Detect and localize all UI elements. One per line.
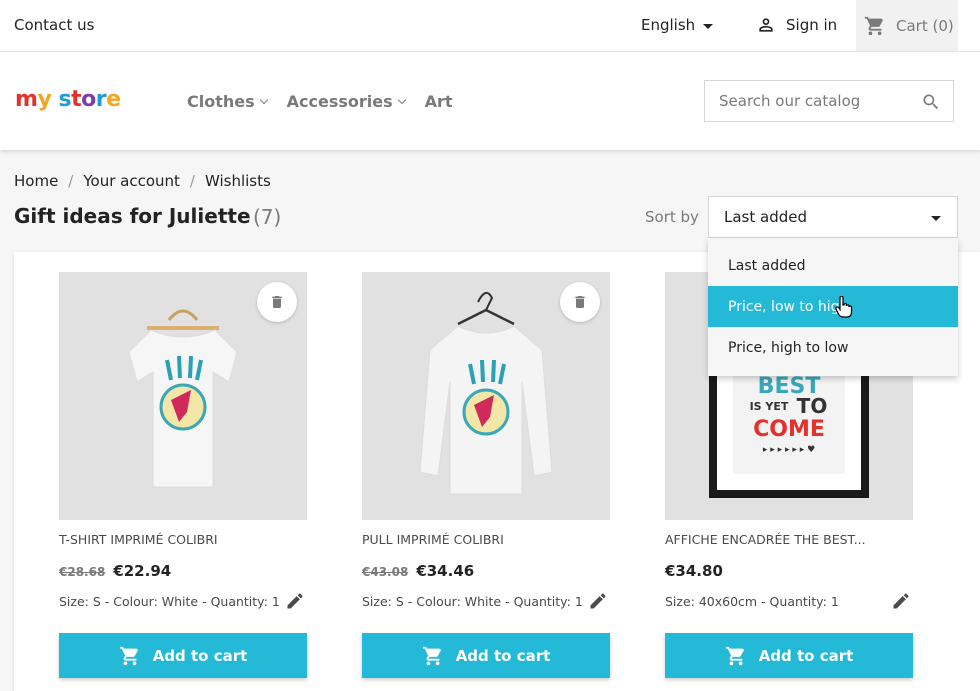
product-attributes: Size: S - Colour: White - Quantity: 1 xyxy=(59,594,280,609)
pencil-icon[interactable] xyxy=(285,591,305,611)
product-name[interactable]: AFFICHE ENCADRÉE THE BEST... xyxy=(665,532,866,547)
nav-item-accessories[interactable]: Accessories xyxy=(286,92,406,111)
search-icon[interactable] xyxy=(921,92,941,112)
breadcrumb-account[interactable]: Your account xyxy=(83,172,180,190)
product-prices: €34.80 xyxy=(665,562,723,580)
sort-option-last-added[interactable]: Last added xyxy=(708,245,958,286)
sort-dropdown-menu: Last added Price, low to high Price, hig… xyxy=(708,238,958,376)
add-to-cart-button[interactable]: Add to cart xyxy=(362,633,610,678)
add-to-cart-label: Add to cart xyxy=(152,646,248,665)
store-logo[interactable]: my store xyxy=(15,85,121,115)
language-label: English xyxy=(641,16,696,34)
sort-option-price-low-high[interactable]: Price, low to high xyxy=(708,286,958,327)
wishlist-count: (7) xyxy=(253,205,282,229)
sort-option-price-high-low[interactable]: Price, high to low xyxy=(708,327,958,368)
old-price: €43.08 xyxy=(362,565,409,579)
user-icon xyxy=(759,18,773,32)
main-nav: Clothes Accessories Art xyxy=(187,92,453,111)
caret-down-icon xyxy=(703,23,714,29)
nav-item-art[interactable]: Art xyxy=(425,92,453,111)
chevron-down-icon xyxy=(397,95,406,104)
remove-from-wishlist-button[interactable] xyxy=(257,282,297,322)
breadcrumb-wishlists[interactable]: Wishlists xyxy=(205,172,271,190)
nav-label: Art xyxy=(424,92,453,111)
add-to-cart-button[interactable]: Add to cart xyxy=(665,633,913,678)
trash-icon xyxy=(575,296,585,308)
top-bar: Contact us English Sign in Cart (0) xyxy=(0,0,980,52)
remove-from-wishlist-button[interactable] xyxy=(560,282,600,322)
poster-text-come: COME xyxy=(753,417,825,442)
product-attributes: Size: 40x60cm - Quantity: 1 xyxy=(665,594,839,609)
caret-down-icon xyxy=(931,216,941,221)
nav-label: Clothes xyxy=(187,92,255,111)
svg-text:▸ ▸ ▸ ▸ ▸ ▸ ♥: ▸ ▸ ▸ ▸ ▸ ▸ ♥ xyxy=(763,445,815,455)
product-prices: €28.68 €22.94 xyxy=(59,562,171,580)
current-price: €34.46 xyxy=(416,562,475,580)
product-prices: €43.08 €34.46 xyxy=(362,562,474,580)
cart-icon xyxy=(119,646,138,665)
chevron-down-icon xyxy=(259,95,268,104)
trash-icon xyxy=(272,296,282,308)
poster-text-is-yet: IS YET xyxy=(750,400,789,413)
current-price: €34.80 xyxy=(665,562,723,580)
add-to-cart-button[interactable]: Add to cart xyxy=(59,633,307,678)
current-price: €22.94 xyxy=(113,562,172,580)
pencil-icon[interactable] xyxy=(891,591,911,611)
hand-cursor-icon xyxy=(835,296,853,318)
sort-select[interactable]: Last added xyxy=(708,196,958,238)
sort-by-label: Sort by xyxy=(645,208,699,226)
product-name[interactable]: T-SHIRT IMPRIMÉ COLIBRI xyxy=(59,532,218,547)
search-input[interactable] xyxy=(719,92,909,110)
breadcrumb-home[interactable]: Home xyxy=(14,172,58,190)
cart-label: Cart (0) xyxy=(896,16,954,35)
site-header: my store Clothes Accessories Art xyxy=(0,52,980,150)
breadcrumb-separator: / xyxy=(68,172,74,190)
product-name[interactable]: PULL IMPRIMÉ COLIBRI xyxy=(362,532,504,547)
cart-icon xyxy=(725,646,744,665)
pencil-icon[interactable] xyxy=(588,591,608,611)
product-image[interactable] xyxy=(59,272,307,520)
old-price: €28.68 xyxy=(59,565,106,579)
product-attributes: Size: S - Colour: White - Quantity: 1 xyxy=(362,594,583,609)
poster-text-to: TO xyxy=(797,394,828,418)
add-to-cart-label: Add to cart xyxy=(455,646,551,665)
breadcrumb-separator: / xyxy=(189,172,195,190)
product-card: T-SHIRT IMPRIMÉ COLIBRI €28.68 €22.94 Si… xyxy=(59,272,307,678)
cart-icon xyxy=(864,16,884,35)
product-card: PULL IMPRIMÉ COLIBRI €43.08 €34.46 Size:… xyxy=(362,272,610,678)
search-box xyxy=(704,80,954,122)
sign-in-label: Sign in xyxy=(786,16,838,34)
add-to-cart-label: Add to cart xyxy=(758,646,854,665)
cart-icon xyxy=(422,646,441,665)
nav-item-clothes[interactable]: Clothes xyxy=(187,92,268,111)
cart-button[interactable]: Cart (0) xyxy=(856,0,958,51)
breadcrumb: Home / Your account / Wishlists xyxy=(14,172,271,190)
page-title: Gift ideas for Juliette xyxy=(14,204,251,228)
sign-in-link[interactable]: Sign in xyxy=(756,15,837,35)
language-selector[interactable]: English xyxy=(641,16,714,34)
nav-label: Accessories xyxy=(286,92,393,111)
sort-selected-value: Last added xyxy=(724,208,807,226)
product-image[interactable] xyxy=(362,272,610,520)
contact-us-link[interactable]: Contact us xyxy=(14,16,94,34)
